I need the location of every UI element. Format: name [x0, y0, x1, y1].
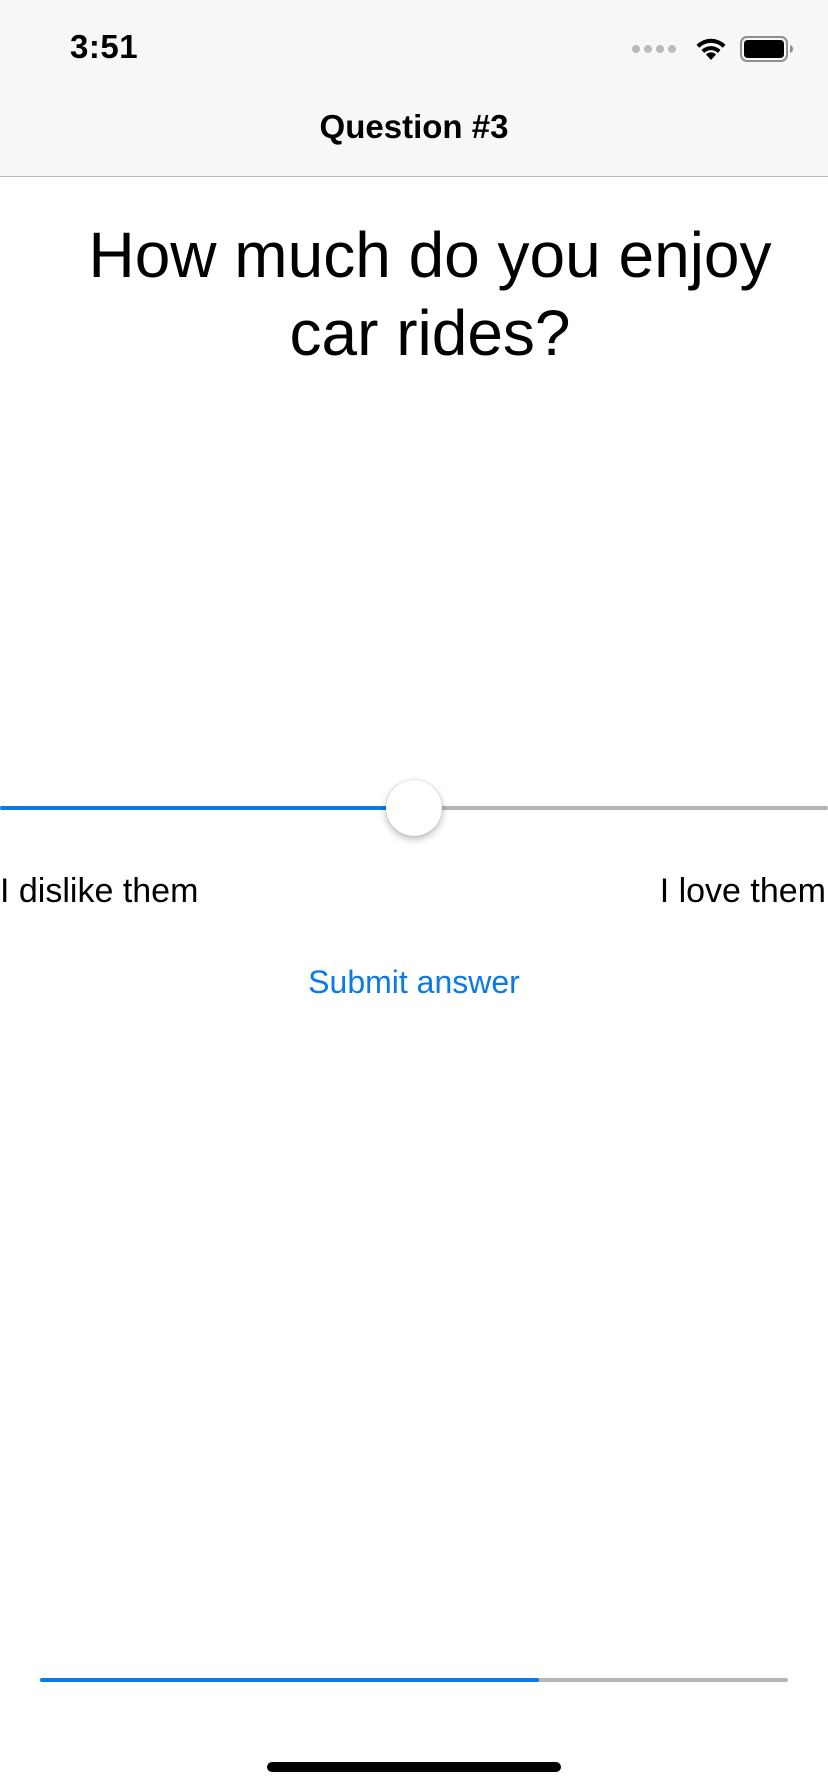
page-title: Question #3: [319, 108, 509, 145]
submit-answer-button[interactable]: Submit answer: [0, 964, 828, 1001]
wifi-icon: [694, 36, 728, 62]
slider-min-label: I dislike them: [0, 872, 199, 910]
answer-slider[interactable]: [0, 778, 828, 838]
question-progress-bar: [40, 1678, 788, 1682]
progress-fill: [40, 1678, 539, 1682]
status-time: 3:51: [70, 28, 139, 65]
status-icons: [632, 36, 794, 62]
screen: 3:51 Question #3 How much do you enjoy c…: [0, 0, 828, 1792]
slider-track-fill: [0, 806, 414, 810]
navigation-bar: 3:51 Question #3: [0, 0, 828, 177]
question-text: How much do you enjoy car rides?: [88, 219, 772, 369]
signal-icon: [632, 45, 676, 53]
slider-thumb[interactable]: [386, 780, 442, 836]
battery-icon: [740, 36, 794, 62]
home-indicator[interactable]: [267, 1762, 561, 1772]
slider-max-label: I love them: [659, 872, 826, 910]
